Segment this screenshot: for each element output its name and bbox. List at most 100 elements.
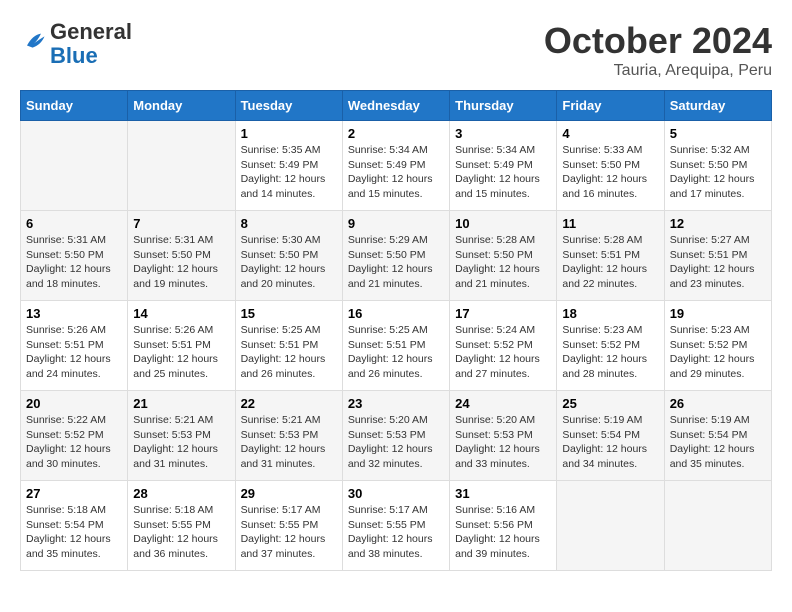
sunset-text: Sunset: 5:56 PM <box>455 519 533 531</box>
sunset-text: Sunset: 5:55 PM <box>241 519 319 531</box>
day-info: Sunrise: 5:22 AM Sunset: 5:52 PM Dayligh… <box>26 413 122 472</box>
daylight-text: Daylight: 12 hours and 33 minutes. <box>455 443 540 470</box>
logo-icon <box>20 28 48 56</box>
daylight-text: Daylight: 12 hours and 15 minutes. <box>348 173 433 200</box>
sunset-text: Sunset: 5:53 PM <box>241 429 319 441</box>
day-info: Sunrise: 5:21 AM Sunset: 5:53 PM Dayligh… <box>241 413 337 472</box>
day-number: 18 <box>562 306 658 321</box>
logo-text-blue: Blue <box>50 44 132 68</box>
calendar-week-row: 1 Sunrise: 5:35 AM Sunset: 5:49 PM Dayli… <box>21 121 772 211</box>
daylight-text: Daylight: 12 hours and 17 minutes. <box>670 173 755 200</box>
sunrise-text: Sunrise: 5:30 AM <box>241 234 321 246</box>
calendar-cell: 26 Sunrise: 5:19 AM Sunset: 5:54 PM Dayl… <box>664 391 771 481</box>
sunrise-text: Sunrise: 5:32 AM <box>670 144 750 156</box>
daylight-text: Daylight: 12 hours and 27 minutes. <box>455 353 540 380</box>
sunrise-text: Sunrise: 5:25 AM <box>241 324 321 336</box>
sunset-text: Sunset: 5:50 PM <box>455 249 533 261</box>
calendar-cell: 30 Sunrise: 5:17 AM Sunset: 5:55 PM Dayl… <box>342 481 449 571</box>
day-info: Sunrise: 5:35 AM Sunset: 5:49 PM Dayligh… <box>241 143 337 202</box>
calendar-week-row: 27 Sunrise: 5:18 AM Sunset: 5:54 PM Dayl… <box>21 481 772 571</box>
daylight-text: Daylight: 12 hours and 38 minutes. <box>348 533 433 560</box>
page-header: General Blue October 2024 Tauria, Arequi… <box>20 20 772 80</box>
sunrise-text: Sunrise: 5:17 AM <box>241 504 321 516</box>
day-info: Sunrise: 5:31 AM Sunset: 5:50 PM Dayligh… <box>26 233 122 292</box>
daylight-text: Daylight: 12 hours and 15 minutes. <box>455 173 540 200</box>
daylight-text: Daylight: 12 hours and 32 minutes. <box>348 443 433 470</box>
sunset-text: Sunset: 5:52 PM <box>26 429 104 441</box>
daylight-text: Daylight: 12 hours and 34 minutes. <box>562 443 647 470</box>
weekday-header-monday: Monday <box>128 91 235 121</box>
day-info: Sunrise: 5:25 AM Sunset: 5:51 PM Dayligh… <box>348 323 444 382</box>
weekday-header-friday: Friday <box>557 91 664 121</box>
sunset-text: Sunset: 5:54 PM <box>670 429 748 441</box>
sunrise-text: Sunrise: 5:33 AM <box>562 144 642 156</box>
sunrise-text: Sunrise: 5:27 AM <box>670 234 750 246</box>
calendar-cell: 12 Sunrise: 5:27 AM Sunset: 5:51 PM Dayl… <box>664 211 771 301</box>
day-info: Sunrise: 5:26 AM Sunset: 5:51 PM Dayligh… <box>26 323 122 382</box>
day-info: Sunrise: 5:30 AM Sunset: 5:50 PM Dayligh… <box>241 233 337 292</box>
location-text: Tauria, Arequipa, Peru <box>544 62 772 80</box>
day-number: 2 <box>348 126 444 141</box>
calendar-cell: 13 Sunrise: 5:26 AM Sunset: 5:51 PM Dayl… <box>21 301 128 391</box>
sunset-text: Sunset: 5:53 PM <box>133 429 211 441</box>
day-number: 31 <box>455 486 551 501</box>
sunset-text: Sunset: 5:50 PM <box>133 249 211 261</box>
day-number: 10 <box>455 216 551 231</box>
calendar-cell <box>21 121 128 211</box>
day-info: Sunrise: 5:28 AM Sunset: 5:51 PM Dayligh… <box>562 233 658 292</box>
title-block: October 2024 Tauria, Arequipa, Peru <box>544 20 772 80</box>
calendar-cell: 9 Sunrise: 5:29 AM Sunset: 5:50 PM Dayli… <box>342 211 449 301</box>
day-number: 19 <box>670 306 766 321</box>
day-number: 14 <box>133 306 229 321</box>
sunset-text: Sunset: 5:49 PM <box>241 159 319 171</box>
sunset-text: Sunset: 5:51 PM <box>26 339 104 351</box>
calendar-cell: 8 Sunrise: 5:30 AM Sunset: 5:50 PM Dayli… <box>235 211 342 301</box>
day-number: 15 <box>241 306 337 321</box>
calendar-cell <box>128 121 235 211</box>
day-info: Sunrise: 5:17 AM Sunset: 5:55 PM Dayligh… <box>348 503 444 562</box>
daylight-text: Daylight: 12 hours and 19 minutes. <box>133 263 218 290</box>
sunset-text: Sunset: 5:52 PM <box>670 339 748 351</box>
day-info: Sunrise: 5:19 AM Sunset: 5:54 PM Dayligh… <box>670 413 766 472</box>
day-number: 22 <box>241 396 337 411</box>
sunrise-text: Sunrise: 5:31 AM <box>133 234 213 246</box>
day-number: 27 <box>26 486 122 501</box>
calendar-cell: 7 Sunrise: 5:31 AM Sunset: 5:50 PM Dayli… <box>128 211 235 301</box>
daylight-text: Daylight: 12 hours and 35 minutes. <box>670 443 755 470</box>
sunset-text: Sunset: 5:51 PM <box>562 249 640 261</box>
day-info: Sunrise: 5:23 AM Sunset: 5:52 PM Dayligh… <box>670 323 766 382</box>
sunset-text: Sunset: 5:54 PM <box>26 519 104 531</box>
sunrise-text: Sunrise: 5:34 AM <box>455 144 535 156</box>
sunset-text: Sunset: 5:53 PM <box>348 429 426 441</box>
day-info: Sunrise: 5:18 AM Sunset: 5:55 PM Dayligh… <box>133 503 229 562</box>
day-info: Sunrise: 5:17 AM Sunset: 5:55 PM Dayligh… <box>241 503 337 562</box>
day-info: Sunrise: 5:33 AM Sunset: 5:50 PM Dayligh… <box>562 143 658 202</box>
daylight-text: Daylight: 12 hours and 18 minutes. <box>26 263 111 290</box>
daylight-text: Daylight: 12 hours and 23 minutes. <box>670 263 755 290</box>
day-number: 4 <box>562 126 658 141</box>
day-number: 30 <box>348 486 444 501</box>
day-number: 11 <box>562 216 658 231</box>
calendar-cell: 21 Sunrise: 5:21 AM Sunset: 5:53 PM Dayl… <box>128 391 235 481</box>
calendar-cell <box>557 481 664 571</box>
sunrise-text: Sunrise: 5:18 AM <box>133 504 213 516</box>
daylight-text: Daylight: 12 hours and 21 minutes. <box>455 263 540 290</box>
sunrise-text: Sunrise: 5:25 AM <box>348 324 428 336</box>
day-info: Sunrise: 5:27 AM Sunset: 5:51 PM Dayligh… <box>670 233 766 292</box>
daylight-text: Daylight: 12 hours and 14 minutes. <box>241 173 326 200</box>
calendar-cell: 25 Sunrise: 5:19 AM Sunset: 5:54 PM Dayl… <box>557 391 664 481</box>
sunrise-text: Sunrise: 5:16 AM <box>455 504 535 516</box>
sunrise-text: Sunrise: 5:19 AM <box>562 414 642 426</box>
day-info: Sunrise: 5:19 AM Sunset: 5:54 PM Dayligh… <box>562 413 658 472</box>
sunset-text: Sunset: 5:50 PM <box>241 249 319 261</box>
day-info: Sunrise: 5:18 AM Sunset: 5:54 PM Dayligh… <box>26 503 122 562</box>
sunset-text: Sunset: 5:50 PM <box>562 159 640 171</box>
sunset-text: Sunset: 5:51 PM <box>670 249 748 261</box>
sunrise-text: Sunrise: 5:19 AM <box>670 414 750 426</box>
day-number: 13 <box>26 306 122 321</box>
sunrise-text: Sunrise: 5:22 AM <box>26 414 106 426</box>
sunrise-text: Sunrise: 5:35 AM <box>241 144 321 156</box>
daylight-text: Daylight: 12 hours and 39 minutes. <box>455 533 540 560</box>
daylight-text: Daylight: 12 hours and 35 minutes. <box>26 533 111 560</box>
sunrise-text: Sunrise: 5:28 AM <box>455 234 535 246</box>
